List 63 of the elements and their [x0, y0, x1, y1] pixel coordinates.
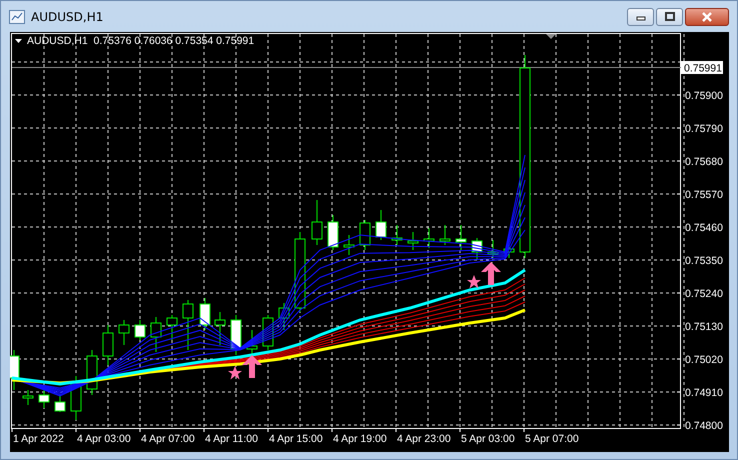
candlestick — [38, 390, 50, 408]
time-label: 5 Apr 07:00 — [525, 433, 579, 445]
up-arrow-icon — [242, 355, 262, 378]
time-label: 4 Apr 11:00 — [205, 433, 258, 445]
minimize-button[interactable] — [627, 8, 654, 26]
candlestick — [54, 394, 66, 412]
time-label: 1 Apr 2022 — [13, 433, 64, 445]
price-label: 0.75240 — [685, 288, 723, 300]
price-label: 0.74800 — [685, 420, 723, 432]
candlestick — [328, 214, 338, 250]
price-label: 0.75900 — [685, 90, 723, 102]
candlestick — [456, 224, 466, 250]
window-title: AUDUSD,H1 — [31, 10, 104, 24]
maximize-button[interactable] — [656, 8, 683, 26]
chart-header: AUDUSD,H1 0.75376 0.76036 0.75354 0.75991 — [27, 35, 254, 47]
candlestick — [344, 234, 354, 256]
price-label: 0.75790 — [685, 123, 723, 135]
candlestick — [70, 376, 82, 420]
up-arrow-icon — [481, 262, 501, 285]
candlestick — [408, 232, 418, 250]
time-label: 4 Apr 15:00 — [269, 433, 323, 445]
time-label: 4 Apr 03:00 — [77, 433, 131, 445]
price-label: 0.75350 — [685, 255, 723, 267]
candlestick — [200, 298, 210, 330]
candlestick — [360, 220, 370, 250]
price-label: 0.74910 — [685, 387, 723, 399]
candlestick — [312, 200, 322, 246]
time-label: 4 Apr 23:00 — [397, 433, 451, 445]
price-label: 0.75130 — [685, 321, 723, 333]
candlestick — [118, 320, 130, 346]
candlestick — [440, 224, 450, 246]
candlestick — [102, 324, 114, 366]
candlestick — [504, 244, 514, 258]
price-label: 0.75020 — [685, 354, 723, 366]
close-button[interactable] — [685, 8, 729, 26]
price-label: 0.75460 — [685, 222, 723, 234]
candlestick — [214, 312, 226, 346]
time-label: 4 Apr 19:00 — [333, 433, 387, 445]
close-icon — [701, 12, 713, 22]
time-label: 5 Apr 03:00 — [461, 433, 515, 445]
candlestick — [488, 240, 498, 258]
star-icon — [467, 275, 481, 288]
current-price-label: 0.75991 — [681, 61, 723, 74]
price-label: 0.75680 — [685, 156, 723, 168]
candlestick — [22, 390, 34, 406]
chart-window-icon — [9, 10, 25, 24]
candlestick — [150, 316, 162, 352]
time-label: 4 Apr 07:00 — [141, 433, 195, 445]
maximize-icon — [664, 12, 676, 22]
candlestick — [166, 314, 178, 340]
candlestick — [230, 314, 242, 356]
candlestick — [376, 210, 386, 240]
price-label: 0.75570 — [685, 189, 723, 201]
candlestick — [246, 330, 258, 356]
candlestick — [392, 224, 402, 246]
candlestick — [278, 302, 290, 330]
chart-shift-marker-icon[interactable] — [546, 34, 556, 39]
candlestick — [182, 300, 194, 350]
candlestick — [134, 320, 146, 340]
dropdown-caret-icon[interactable] — [15, 39, 22, 43]
candlestick — [424, 228, 434, 248]
star-icon — [228, 366, 242, 380]
candlestick — [472, 238, 482, 260]
